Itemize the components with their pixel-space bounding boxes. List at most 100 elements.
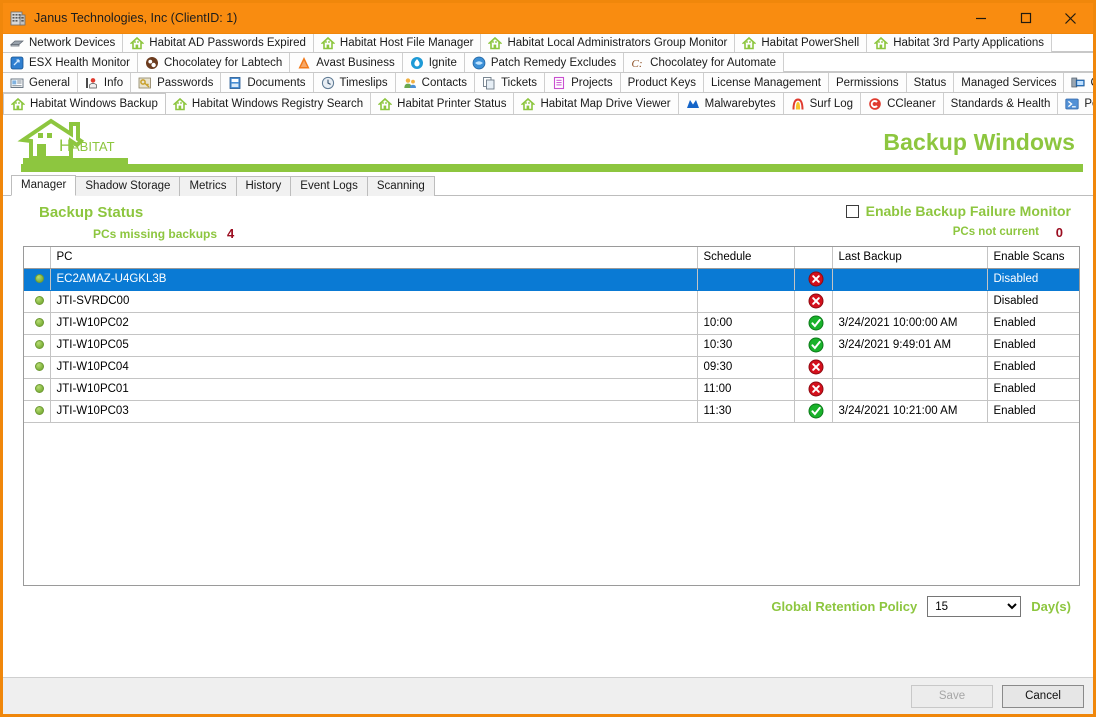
toolbar-tab-ignite[interactable]: Ignite: [403, 53, 465, 72]
retention-days-unit-label: Day(s): [1031, 599, 1071, 614]
toolbar-tab-habitat-windows-backup[interactable]: Habitat Windows Backup: [3, 93, 166, 114]
toolbar-tab-habitat-3rd-party-applications[interactable]: Habitat 3rd Party Applications: [867, 34, 1052, 52]
toolbar-tab-permissions[interactable]: Permissions: [829, 73, 907, 92]
svg-text:H: H: [59, 136, 71, 155]
cell-pc-name: JTI-W10PC03: [50, 400, 697, 422]
toolbar-tab-label: Ignite: [429, 57, 457, 69]
toolbar-tab-ccleaner[interactable]: CCleaner: [861, 93, 944, 114]
tab-scanning[interactable]: Scanning: [367, 176, 435, 196]
cell-enable-scans: Enabled: [987, 312, 1079, 334]
toolbar-tab-general[interactable]: General: [3, 73, 78, 92]
close-button[interactable]: [1048, 3, 1093, 33]
column-header-pc[interactable]: PC: [50, 247, 697, 268]
table-body: EC2AMAZ-U4GKL3BDisabledJTI-SVRDC00Disabl…: [24, 268, 1079, 422]
habitat-house-icon: [130, 36, 144, 50]
maximize-button[interactable]: [1003, 3, 1048, 33]
row-status-dot: [24, 312, 50, 334]
toolbar-tab-info[interactable]: Info: [78, 73, 131, 92]
column-header-indicator[interactable]: [24, 247, 50, 268]
habitat-house-icon: [321, 36, 335, 50]
toolbar-row-filler: [1052, 34, 1093, 52]
toolbar-tab-managed-services[interactable]: Managed Services: [954, 73, 1064, 92]
table-header-row: PC Schedule Last Backup Enable Scans: [24, 247, 1079, 268]
backup-status-grid[interactable]: PC Schedule Last Backup Enable Scans EC2…: [23, 246, 1080, 586]
toolbar-row-4: Habitat Windows BackupHabitat Windows Re…: [3, 93, 1093, 114]
toolbar-tab-esx-health-monitor[interactable]: ESX Health Monitor: [3, 53, 138, 72]
backup-failure-icon: [794, 356, 832, 378]
toolbar-tab-timeslips[interactable]: Timeslips: [314, 73, 396, 92]
retention-days-select[interactable]: 510152030456090: [927, 596, 1021, 617]
backup-success-icon: [794, 400, 832, 422]
green-dot-icon: [35, 296, 44, 305]
esx-icon: [10, 56, 24, 70]
powershell-icon: [1065, 97, 1079, 111]
pcs-not-current-label: PCs not current: [953, 226, 1039, 238]
toolbar-tab-license-management[interactable]: License Management: [704, 73, 829, 92]
tab-shadow-storage[interactable]: Shadow Storage: [75, 176, 180, 196]
column-header-last-backup[interactable]: Last Backup: [832, 247, 987, 268]
tab-manager[interactable]: Manager: [11, 175, 76, 196]
toolbar-tab-powershell[interactable]: PowerShell: [1058, 93, 1093, 114]
toolbar-tab-label: Product Keys: [628, 77, 696, 89]
toolbar-tab-patch-remedy-excludes[interactable]: Patch Remedy Excludes: [465, 53, 624, 72]
green-dot-icon: [35, 340, 44, 349]
cell-last-backup: [832, 290, 987, 312]
save-button[interactable]: Save: [911, 685, 993, 708]
toolbar-tab-label: Chocolatey for Labtech: [164, 57, 282, 69]
enable-backup-failure-monitor[interactable]: Enable Backup Failure Monitor: [846, 203, 1071, 219]
toolbar-tab-contacts[interactable]: Contacts: [396, 73, 475, 92]
table-row[interactable]: JTI-W10PC0111:00Enabled: [24, 378, 1079, 400]
toolbar-tab-habitat-printer-status[interactable]: Habitat Printer Status: [371, 93, 514, 114]
toolbar-tab-label: Habitat AD Passwords Expired: [149, 37, 306, 49]
documents-icon: [228, 76, 242, 90]
column-header-result[interactable]: [794, 247, 832, 268]
toolbar-tab-projects[interactable]: Projects: [545, 73, 621, 92]
toolbar-tab-avast-business[interactable]: Avast Business: [290, 53, 402, 72]
table-row[interactable]: JTI-W10PC0210:003/24/2021 10:00:00 AMEna…: [24, 312, 1079, 334]
table-row[interactable]: JTI-W10PC0510:303/24/2021 9:49:01 AMEnab…: [24, 334, 1079, 356]
toolbar-tab-habitat-host-file-manager[interactable]: Habitat Host File Manager: [314, 34, 482, 52]
toolbar-tab-habitat-windows-registry-search[interactable]: Habitat Windows Registry Search: [166, 93, 371, 114]
toolbar-tab-status[interactable]: Status: [907, 73, 955, 92]
toolbar-tab-habitat-powershell[interactable]: Habitat PowerShell: [735, 34, 867, 52]
building-icon: [10, 10, 26, 26]
passwords-key-icon: [138, 76, 152, 90]
habitat-house-icon: [11, 97, 25, 111]
table-row[interactable]: JTI-W10PC0311:303/24/2021 10:21:00 AMEna…: [24, 400, 1079, 422]
info-icon: [85, 76, 99, 90]
toolbar-tab-documents[interactable]: Documents: [221, 73, 313, 92]
backup-success-icon: [794, 312, 832, 334]
table-row[interactable]: JTI-SVRDC00Disabled: [24, 290, 1079, 312]
tab-event-logs[interactable]: Event Logs: [290, 176, 368, 196]
toolbar-tab-chocolatey-for-automate[interactable]: C:Chocolatey for Automate: [624, 53, 784, 72]
toolbar-tab-tickets[interactable]: Tickets: [475, 73, 545, 92]
cell-schedule: [697, 290, 794, 312]
table-row[interactable]: JTI-W10PC0409:30Enabled: [24, 356, 1079, 378]
toolbar-tab-chocolatey-for-labtech[interactable]: Chocolatey for Labtech: [138, 53, 290, 72]
toolbar-tab-habitat-local-administrators-group-monitor[interactable]: Habitat Local Administrators Group Monit…: [481, 34, 735, 52]
toolbar-tab-network-devices[interactable]: Network Devices: [3, 34, 123, 52]
toolbar-tab-standards-health[interactable]: Standards & Health: [944, 93, 1059, 114]
toolbar-tab-computers[interactable]: Computers: [1064, 73, 1093, 92]
toolbar-tab-label: Contacts: [422, 77, 467, 89]
enable-backup-failure-monitor-checkbox[interactable]: [846, 205, 859, 218]
cancel-button[interactable]: Cancel: [1002, 685, 1084, 708]
toolbar-tab-malwarebytes[interactable]: Malwarebytes: [679, 93, 784, 114]
column-header-enable-scans[interactable]: Enable Scans: [987, 247, 1079, 268]
cell-enable-scans: Enabled: [987, 334, 1079, 356]
patch-remedy-icon: [472, 56, 486, 70]
tab-metrics[interactable]: Metrics: [179, 176, 236, 196]
toolbar-tab-label: Permissions: [836, 77, 899, 89]
table-row[interactable]: EC2AMAZ-U4GKL3BDisabled: [24, 268, 1079, 290]
tab-history[interactable]: History: [236, 176, 292, 196]
cell-enable-scans: Disabled: [987, 268, 1079, 290]
toolbar-tab-passwords[interactable]: Passwords: [131, 73, 221, 92]
toolbar-tab-label: Documents: [247, 77, 305, 89]
toolbar-tab-habitat-map-drive-viewer[interactable]: Habitat Map Drive Viewer: [514, 93, 678, 114]
cell-last-backup: [832, 378, 987, 400]
toolbar-tab-surf-log[interactable]: Surf Log: [784, 93, 861, 114]
toolbar-tab-habitat-ad-passwords-expired[interactable]: Habitat AD Passwords Expired: [123, 34, 314, 52]
minimize-button[interactable]: [958, 3, 1003, 33]
column-header-schedule[interactable]: Schedule: [697, 247, 794, 268]
toolbar-tab-product-keys[interactable]: Product Keys: [621, 73, 704, 92]
